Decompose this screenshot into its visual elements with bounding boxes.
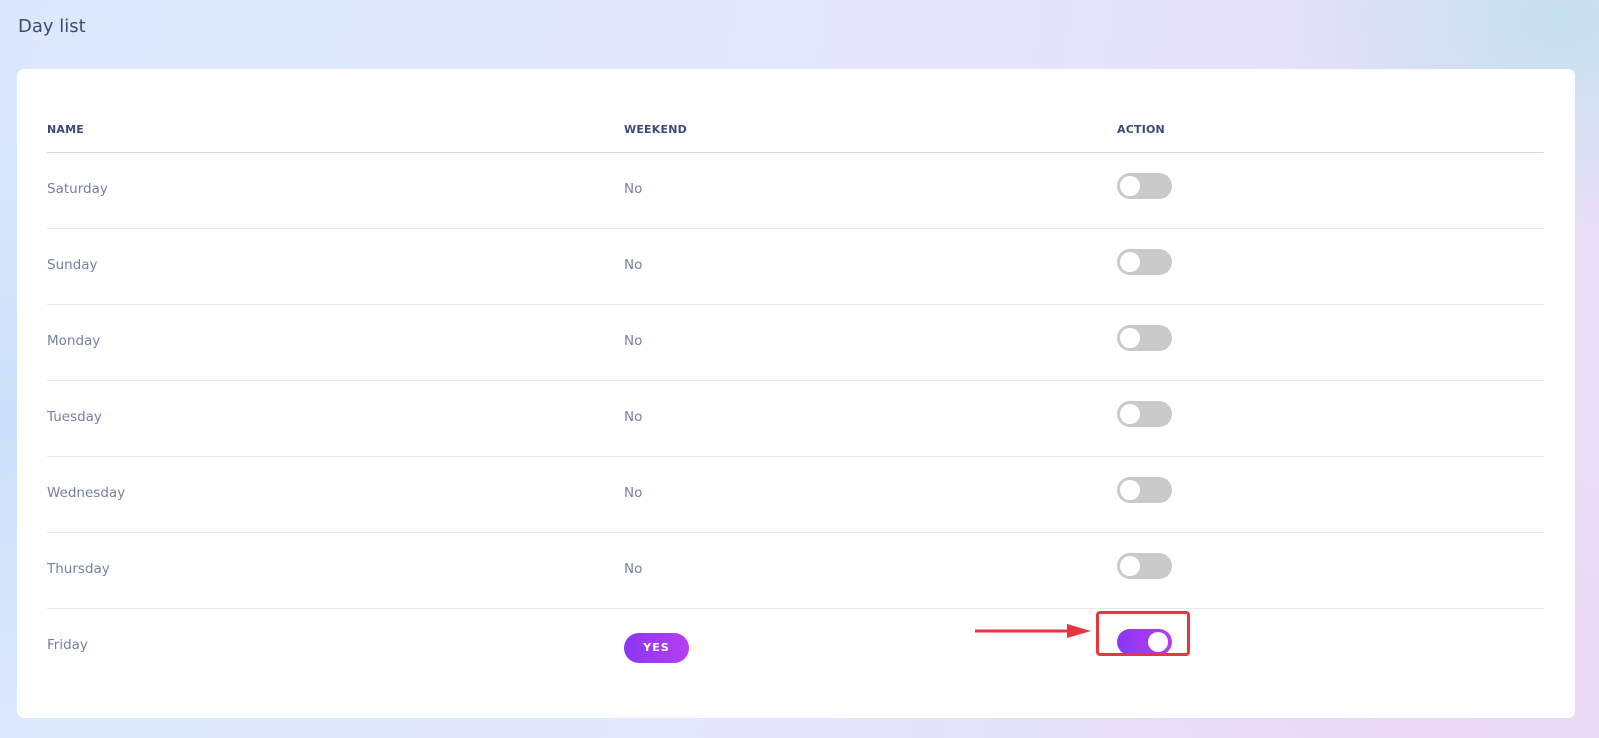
weekend-toggle-wednesday[interactable] — [1117, 477, 1172, 503]
day-name: Friday — [47, 637, 88, 653]
table-row: Wednesday No — [47, 457, 1544, 533]
weekend-toggle-sunday[interactable] — [1117, 249, 1172, 275]
weekend-yes-badge: YES — [624, 633, 689, 663]
toggle-knob — [1120, 176, 1140, 196]
day-list-card: NAME WEEKEND ACTION Saturday No Sunday N… — [17, 69, 1575, 718]
toggle-knob — [1148, 632, 1168, 652]
weekend-toggle-thursday[interactable] — [1117, 553, 1172, 579]
weekend-value: No — [624, 257, 643, 273]
day-name: Thursday — [47, 561, 110, 577]
weekend-value: No — [624, 181, 643, 197]
column-header-action: ACTION — [1117, 123, 1165, 136]
table-header: NAME WEEKEND ACTION — [47, 109, 1544, 153]
day-name: Sunday — [47, 257, 98, 273]
toggle-knob — [1120, 252, 1140, 272]
weekend-value: No — [624, 485, 643, 501]
weekend-toggle-monday[interactable] — [1117, 325, 1172, 351]
day-name: Saturday — [47, 181, 108, 197]
day-name: Wednesday — [47, 485, 126, 501]
weekend-value: No — [624, 333, 643, 349]
table-row: Friday YES — [47, 609, 1544, 684]
table-row: Sunday No — [47, 229, 1544, 305]
toggle-knob — [1120, 556, 1140, 576]
column-header-weekend: WEEKEND — [624, 123, 687, 136]
weekend-toggle-tuesday[interactable] — [1117, 401, 1172, 427]
page-title: Day list — [18, 16, 86, 37]
table-row: Thursday No — [47, 533, 1544, 609]
table-row: Tuesday No — [47, 381, 1544, 457]
toggle-knob — [1120, 328, 1140, 348]
toggle-knob — [1120, 404, 1140, 424]
weekend-value: No — [624, 409, 643, 425]
table-body: Saturday No Sunday No Monday No Tuesday … — [47, 153, 1544, 684]
table-row: Saturday No — [47, 153, 1544, 229]
weekend-value: No — [624, 561, 643, 577]
weekend-toggle-friday[interactable] — [1117, 629, 1172, 655]
weekend-toggle-saturday[interactable] — [1117, 173, 1172, 199]
toggle-knob — [1120, 480, 1140, 500]
day-name: Monday — [47, 333, 101, 349]
table-row: Monday No — [47, 305, 1544, 381]
column-header-name: NAME — [47, 123, 84, 136]
day-name: Tuesday — [47, 409, 102, 425]
